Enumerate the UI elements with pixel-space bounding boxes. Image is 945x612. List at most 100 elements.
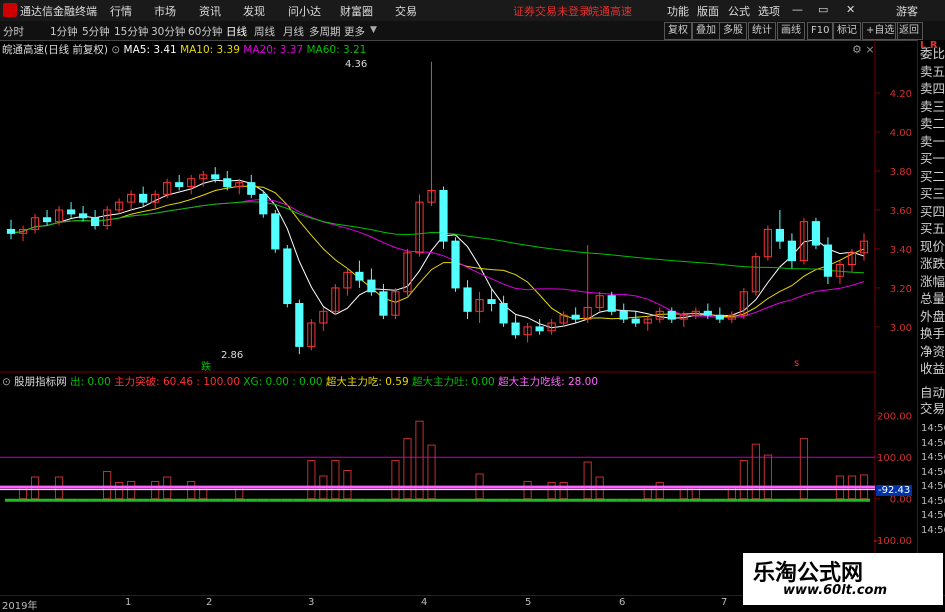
indicator-green-bar bbox=[677, 498, 690, 502]
settings-icon[interactable]: ⊙ bbox=[111, 44, 120, 56]
menu-item-trade[interactable]: 交易 bbox=[395, 3, 417, 19]
candle-body bbox=[463, 287, 472, 312]
indicator-green-bar bbox=[389, 498, 402, 502]
menu-item-layout[interactable]: 版面 bbox=[697, 3, 719, 19]
indicator-green-bar bbox=[377, 498, 390, 502]
candle-body bbox=[535, 326, 544, 332]
minimize-icon[interactable]: — bbox=[792, 3, 803, 16]
settings-gear-icon[interactable]: ⚙ bbox=[852, 43, 862, 56]
period-button[interactable]: 15分钟 bbox=[114, 24, 148, 39]
quote-field-label: 现价 bbox=[920, 238, 945, 254]
menu-item-function[interactable]: 功能 bbox=[667, 3, 689, 19]
indicator-green-bar bbox=[665, 498, 678, 502]
indicator-green-bar bbox=[605, 498, 618, 502]
indicator-settings-icon[interactable]: ⊙ bbox=[2, 376, 11, 388]
candle-body bbox=[499, 303, 508, 324]
chart-area[interactable]: 4.20 4.00 3.80 3.60 3.40 3.20 3.00 200.00 100.0… bbox=[0, 40, 915, 595]
adjust-button[interactable]: 复权 bbox=[664, 22, 692, 40]
date-label: 1 bbox=[125, 597, 132, 608]
period-button-active[interactable]: 日线 bbox=[226, 24, 247, 39]
more-dropdown-icon[interactable]: ▼ bbox=[370, 25, 377, 35]
add-watchlist-button[interactable]: +自选 bbox=[862, 22, 899, 40]
close-chart-icon[interactable]: × bbox=[865, 43, 874, 56]
menu-item-news[interactable]: 资讯 bbox=[199, 3, 221, 19]
y-tick-label: 4.00 bbox=[890, 128, 912, 139]
chart-svg[interactable]: 4.20 4.00 3.80 3.60 3.40 3.20 3.00 200.00 100.0… bbox=[0, 40, 915, 595]
y-tick-label: 3.40 bbox=[890, 245, 912, 256]
quote-field-label: 涨跌 bbox=[920, 256, 945, 271]
indicator-green-bar bbox=[41, 498, 54, 502]
period-button[interactable]: 1分钟 bbox=[50, 24, 78, 39]
period-button[interactable]: 30分钟 bbox=[151, 24, 185, 39]
period-button[interactable]: 多周期 bbox=[309, 24, 341, 39]
quote-field-label: 涨幅 bbox=[920, 273, 945, 289]
date-label: 6 bbox=[619, 597, 626, 608]
f10-button[interactable]: F10 bbox=[807, 22, 834, 40]
indicator-xg: XG: 0.00 : 0.00 bbox=[243, 376, 323, 388]
indicator-green-bar bbox=[365, 498, 378, 502]
more-button[interactable]: 更多 bbox=[344, 24, 365, 39]
quote-field-label: 买四 bbox=[920, 203, 945, 219]
auto-trade-label[interactable]: 交易 bbox=[920, 402, 945, 415]
indicator-bar bbox=[583, 461, 592, 500]
period-button[interactable]: 5分钟 bbox=[82, 24, 110, 39]
indicator-green-bar bbox=[281, 498, 294, 502]
back-button[interactable]: 返回 bbox=[895, 22, 923, 40]
close-icon[interactable]: ✕ bbox=[846, 3, 855, 16]
candle-body bbox=[66, 209, 76, 215]
auto-trade-label[interactable]: 自动 bbox=[920, 386, 945, 399]
low-price-label: 2.86 bbox=[221, 350, 244, 361]
quote-field-label: 收益 bbox=[920, 361, 945, 376]
overlay-button[interactable]: 叠加 bbox=[692, 22, 720, 40]
indicator-green-bar bbox=[449, 498, 462, 502]
indicator-bar bbox=[559, 481, 568, 500]
indicator-green-bar bbox=[65, 498, 78, 502]
main-chart-header: 皖通高速(日线 前复权) ⊙ MA5: 3.41 MA10: 3.39 MA20… bbox=[2, 42, 366, 57]
indicator-tick-label: -100.00 bbox=[873, 536, 912, 547]
mark-button[interactable]: 标记 bbox=[833, 22, 861, 40]
indicator-bar bbox=[679, 486, 688, 500]
menu-item-discover[interactable]: 发现 bbox=[243, 3, 265, 19]
candle-body bbox=[823, 244, 833, 277]
indicator-bar bbox=[655, 481, 664, 500]
login-notice[interactable]: 证券交易未登录 bbox=[513, 3, 590, 19]
menu-item-markets[interactable]: 市场 bbox=[154, 3, 176, 19]
indicator-green-bar bbox=[329, 498, 342, 502]
menu-item-options[interactable]: 选项 bbox=[758, 3, 780, 19]
indicator-green-bar bbox=[209, 498, 222, 502]
indicator-green-bar bbox=[701, 498, 714, 502]
period-button[interactable]: 分时 bbox=[3, 24, 24, 39]
tick-time: 14:56 bbox=[921, 481, 945, 492]
tick-time: 14:56 bbox=[921, 423, 945, 434]
indicator-bar bbox=[547, 481, 556, 500]
menu-item-formula[interactable]: 公式 bbox=[728, 3, 750, 19]
indicator-green-bar bbox=[773, 498, 786, 502]
quote-field-label: 净资 bbox=[920, 343, 945, 359]
period-button[interactable]: 月线 bbox=[283, 24, 304, 39]
menu-bar: 通达信金融终端 行情 市场 资讯 发现 问小达 财富圈 交易 证券交易未登录 皖… bbox=[0, 0, 945, 22]
ma10-line bbox=[10, 185, 865, 320]
app-title: 通达信金融终端 bbox=[20, 5, 97, 18]
indicator-green-bar bbox=[113, 498, 126, 502]
multi-stock-button[interactable]: 多股 bbox=[719, 22, 747, 40]
guest-label[interactable]: 游客 bbox=[896, 3, 918, 19]
restore-icon[interactable]: ▭ bbox=[818, 3, 828, 16]
period-button[interactable]: 周线 bbox=[254, 24, 275, 39]
menu-item-wealth[interactable]: 财富圈 bbox=[340, 3, 373, 19]
stock-name: 皖通高速 bbox=[588, 5, 632, 18]
menu-item-ask[interactable]: 问小达 bbox=[288, 3, 321, 19]
indicator-green-bar bbox=[137, 498, 150, 502]
draw-line-button[interactable]: 画线 bbox=[777, 22, 805, 40]
candle-body bbox=[787, 240, 797, 262]
indicator-green-bar bbox=[29, 498, 42, 502]
period-button[interactable]: 60分钟 bbox=[188, 24, 222, 39]
candle-body bbox=[283, 248, 292, 305]
date-label: 3 bbox=[308, 597, 315, 608]
stats-button[interactable]: 统计 bbox=[748, 22, 776, 40]
indicator-bar bbox=[343, 470, 352, 500]
indicator-green-bar bbox=[521, 498, 534, 502]
menu-item-market[interactable]: 行情 bbox=[110, 3, 132, 19]
indicator-bar bbox=[307, 460, 316, 500]
candle-body bbox=[667, 310, 676, 320]
indicator-green-bar bbox=[233, 498, 246, 502]
